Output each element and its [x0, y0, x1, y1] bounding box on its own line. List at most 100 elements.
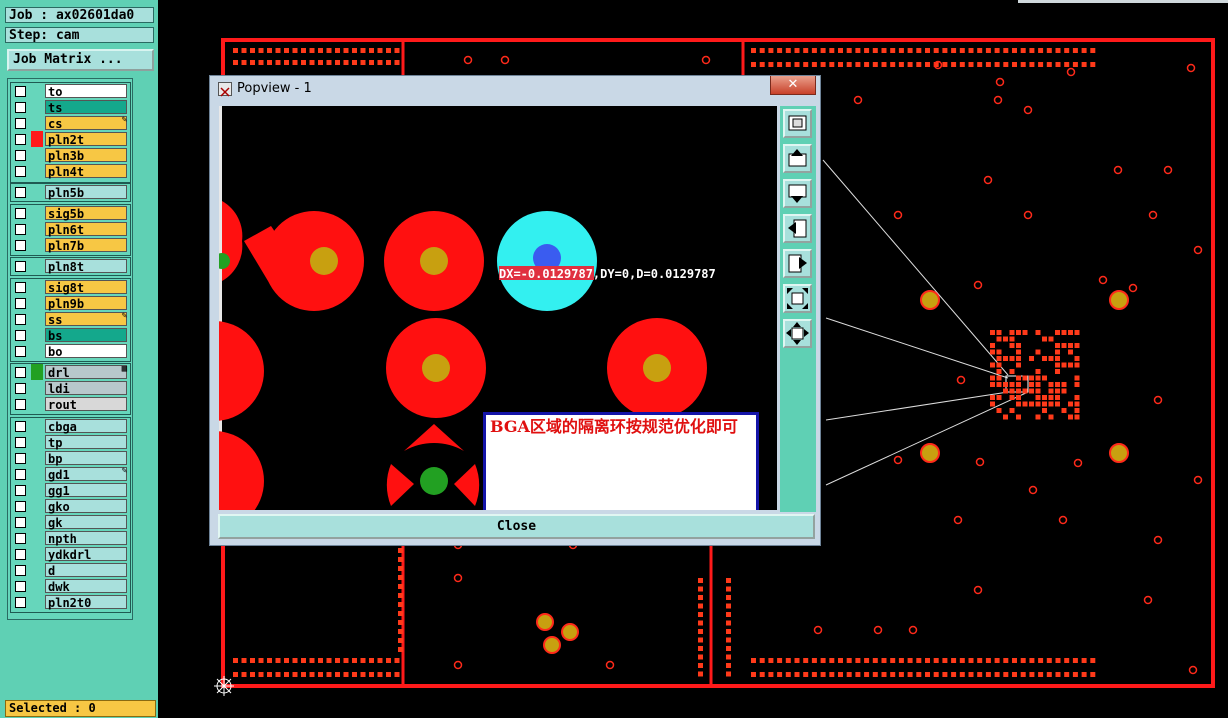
- layer-row[interactable]: to: [11, 83, 130, 99]
- layer-row[interactable]: ydkdrl: [11, 546, 130, 562]
- layer-name[interactable]: pln8t: [45, 259, 127, 273]
- layer-checkbox[interactable]: [15, 86, 26, 97]
- layer-row[interactable]: drl ▦: [11, 364, 130, 380]
- layer-row[interactable]: gd1 ✎: [11, 466, 130, 482]
- layer-name[interactable]: drl: [45, 365, 127, 379]
- layer-row[interactable]: npth: [11, 530, 130, 546]
- layer-checkbox[interactable]: [15, 565, 26, 576]
- layer-down-button[interactable]: [783, 179, 812, 208]
- window-close-button[interactable]: ✕: [770, 76, 816, 95]
- layer-name[interactable]: rout: [45, 397, 127, 411]
- layer-name[interactable]: pln5b: [45, 185, 127, 199]
- layer-checkbox[interactable]: [15, 367, 26, 378]
- popview-titlebar[interactable]: Popview - 1 ✕: [210, 76, 820, 102]
- layer-name[interactable]: to: [45, 84, 127, 98]
- layer-checkbox[interactable]: [15, 224, 26, 235]
- layer-name[interactable]: pln2t0: [45, 595, 127, 609]
- layer-row[interactable]: gk: [11, 514, 130, 530]
- layer-row[interactable]: ss ✎: [11, 311, 130, 327]
- layer-name[interactable]: ss: [45, 312, 127, 326]
- layer-up-button[interactable]: [783, 144, 812, 173]
- layer-row[interactable]: cs ✎: [11, 115, 130, 131]
- layer-checkbox[interactable]: [15, 383, 26, 394]
- layer-row[interactable]: dwk: [11, 578, 130, 594]
- layer-row[interactable]: pln4t: [11, 163, 130, 179]
- layer-name[interactable]: gg1: [45, 483, 127, 497]
- layer-name[interactable]: npth: [45, 531, 127, 545]
- layer-row[interactable]: pln5b: [11, 184, 130, 200]
- layer-name[interactable]: ldi: [45, 381, 127, 395]
- layer-name[interactable]: pln3b: [45, 148, 127, 162]
- layer-name[interactable]: gk: [45, 515, 127, 529]
- layer-name[interactable]: sig5b: [45, 206, 127, 220]
- layer-row[interactable]: ts: [11, 99, 130, 115]
- layer-checkbox[interactable]: [15, 118, 26, 129]
- zoom-in-button[interactable]: [783, 284, 812, 313]
- layer-name[interactable]: pln2t: [45, 132, 127, 146]
- layer-row[interactable]: bs: [11, 327, 130, 343]
- layer-name[interactable]: sig8t: [45, 280, 127, 294]
- layer-name[interactable]: bp: [45, 451, 127, 465]
- layer-checkbox[interactable]: [15, 208, 26, 219]
- layer-row[interactable]: cbga: [11, 418, 130, 434]
- layer-name[interactable]: gd1: [45, 467, 127, 481]
- layer-row[interactable]: pln2t: [11, 131, 130, 147]
- layer-name[interactable]: ts: [45, 100, 127, 114]
- layer-row[interactable]: gko: [11, 498, 130, 514]
- layer-name[interactable]: pln6t: [45, 222, 127, 236]
- layer-row[interactable]: rout: [11, 396, 130, 412]
- close-button[interactable]: Close: [218, 514, 815, 539]
- layer-name[interactable]: d: [45, 563, 127, 577]
- layer-checkbox[interactable]: [15, 501, 26, 512]
- layer-checkbox[interactable]: [15, 437, 26, 448]
- layer-checkbox[interactable]: [15, 150, 26, 161]
- layer-row[interactable]: bo: [11, 343, 130, 359]
- zoom-fit-button[interactable]: [783, 109, 812, 138]
- layer-row[interactable]: pln2t0: [11, 594, 130, 610]
- layer-checkbox[interactable]: [15, 261, 26, 272]
- layer-checkbox[interactable]: [15, 102, 26, 113]
- layer-name[interactable]: ydkdrl: [45, 547, 127, 561]
- layer-checkbox[interactable]: [15, 469, 26, 480]
- layer-row[interactable]: ldi: [11, 380, 130, 396]
- layer-checkbox[interactable]: [15, 485, 26, 496]
- zoom-out-button[interactable]: [783, 319, 812, 348]
- layer-row[interactable]: bp: [11, 450, 130, 466]
- layer-checkbox[interactable]: [15, 597, 26, 608]
- layer-checkbox[interactable]: [15, 240, 26, 251]
- layer-name[interactable]: cs: [45, 116, 127, 130]
- pan-right-button[interactable]: [783, 249, 812, 278]
- layer-name[interactable]: bo: [45, 344, 127, 358]
- layer-name[interactable]: bs: [45, 328, 127, 342]
- layer-checkbox[interactable]: [15, 330, 26, 341]
- layer-row[interactable]: sig8t: [11, 279, 130, 295]
- layer-checkbox[interactable]: [15, 399, 26, 410]
- job-matrix-button[interactable]: Job Matrix ...: [7, 49, 154, 71]
- layer-row[interactable]: pln3b: [11, 147, 130, 163]
- layer-checkbox[interactable]: [15, 166, 26, 177]
- layer-checkbox[interactable]: [15, 282, 26, 293]
- layer-name[interactable]: pln7b: [45, 238, 127, 252]
- layer-row[interactable]: d: [11, 562, 130, 578]
- layer-checkbox[interactable]: [15, 346, 26, 357]
- layer-row[interactable]: gg1: [11, 482, 130, 498]
- layer-row[interactable]: sig5b: [11, 205, 130, 221]
- pan-left-button[interactable]: [783, 214, 812, 243]
- layer-row[interactable]: pln8t: [11, 258, 130, 274]
- layer-row[interactable]: pln7b: [11, 237, 130, 253]
- layer-name[interactable]: gko: [45, 499, 127, 513]
- layer-name[interactable]: pln9b: [45, 296, 127, 310]
- layer-row[interactable]: pln9b: [11, 295, 130, 311]
- layer-name[interactable]: dwk: [45, 579, 127, 593]
- layer-name[interactable]: cbga: [45, 419, 127, 433]
- layer-checkbox[interactable]: [15, 453, 26, 464]
- layer-checkbox[interactable]: [15, 549, 26, 560]
- layer-checkbox[interactable]: [15, 187, 26, 198]
- layer-checkbox[interactable]: [15, 134, 26, 145]
- layer-checkbox[interactable]: [15, 581, 26, 592]
- layer-row[interactable]: pln6t: [11, 221, 130, 237]
- layer-name[interactable]: pln4t: [45, 164, 127, 178]
- layer-checkbox[interactable]: [15, 421, 26, 432]
- layer-checkbox[interactable]: [15, 533, 26, 544]
- layer-checkbox[interactable]: [15, 314, 26, 325]
